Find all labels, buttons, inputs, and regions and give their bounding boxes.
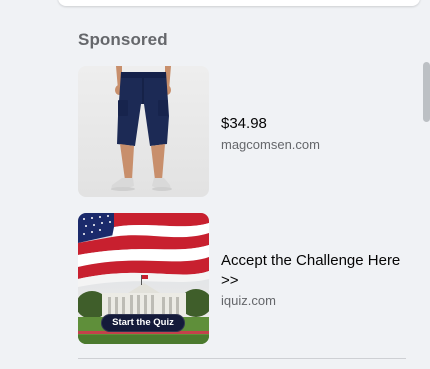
ad-title-line2[interactable]: >> — [221, 271, 416, 291]
ad-image-shorts[interactable] — [78, 66, 209, 197]
section-divider — [78, 358, 406, 359]
section-title-sponsored: Sponsored — [78, 30, 168, 49]
shorts-photo-illustration — [78, 66, 209, 197]
top-card-edge — [58, 0, 420, 6]
ad-domain[interactable]: magcomsen.com — [221, 136, 416, 153]
ad-title-line1[interactable]: Accept the Challenge Here — [221, 251, 416, 271]
ad-text-block: $34.98 magcomsen.com — [221, 114, 416, 153]
start-quiz-button[interactable]: Start the Quiz — [101, 314, 185, 332]
sponsored-ad-quiz[interactable]: Start the Quiz Accept the Challenge Here… — [78, 213, 418, 344]
sponsored-ad-shorts[interactable]: $34.98 magcomsen.com — [78, 66, 418, 197]
ad-title[interactable]: $34.98 — [221, 114, 416, 134]
ad-image-quiz[interactable]: Start the Quiz — [78, 213, 209, 344]
ad-text-block: Accept the Challenge Here >> iquiz.com — [221, 251, 416, 309]
scrollbar-thumb[interactable] — [423, 62, 430, 122]
sidebar-page: Sponsored $34.98 magcomsen.com Start the… — [0, 0, 430, 369]
ad-domain[interactable]: iquiz.com — [221, 292, 416, 309]
scrollbar[interactable] — [422, 0, 430, 369]
